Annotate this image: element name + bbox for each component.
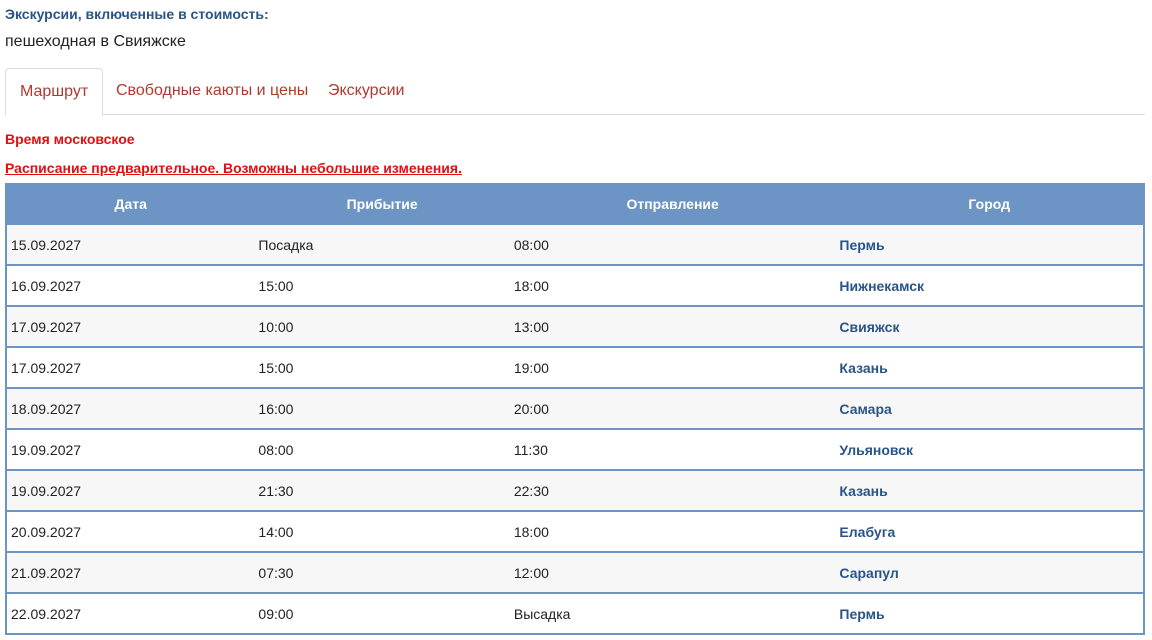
table-header-row: Дата Прибытие Отправление Город bbox=[6, 184, 1144, 224]
city-link[interactable]: Казань bbox=[839, 360, 887, 376]
table-row: 15.09.2027 Посадка 08:00 Пермь bbox=[6, 223, 1144, 265]
table-row: 16.09.2027 15:00 18:00 Нижнекамск bbox=[6, 264, 1144, 306]
city-link[interactable]: Казань bbox=[839, 483, 887, 499]
cell-date: 15.09.2027 bbox=[6, 223, 255, 265]
table-body: 15.09.2027 Посадка 08:00 Пермь 16.09.202… bbox=[6, 223, 1144, 634]
cell-city: Свияжск bbox=[835, 305, 1144, 347]
table-row: 17.09.2027 15:00 19:00 Казань bbox=[6, 346, 1144, 388]
column-header-arrival: Прибытие bbox=[254, 184, 510, 224]
table-row: 22.09.2027 09:00 Высадка Пермь bbox=[6, 592, 1144, 634]
cell-arrival: 10:00 bbox=[254, 305, 510, 347]
cell-departure: 19:00 bbox=[509, 346, 836, 388]
column-header-city: Город bbox=[835, 184, 1144, 224]
cell-date: 19.09.2027 bbox=[6, 469, 255, 511]
city-link[interactable]: Сарапул bbox=[839, 565, 898, 581]
city-link[interactable]: Самара bbox=[839, 401, 891, 417]
cell-arrival: 09:00 bbox=[254, 592, 510, 634]
cell-arrival: 21:30 bbox=[254, 469, 510, 511]
cell-date: 21.09.2027 bbox=[6, 551, 255, 593]
time-zone-note: Время московское bbox=[5, 131, 135, 147]
cell-departure: Высадка bbox=[509, 592, 836, 634]
cell-departure: 12:00 bbox=[509, 551, 836, 593]
cell-city: Сарапул bbox=[835, 551, 1144, 593]
cell-date: 16.09.2027 bbox=[6, 264, 255, 306]
city-link[interactable]: Пермь bbox=[839, 606, 884, 622]
cell-city: Пермь bbox=[835, 223, 1144, 265]
tab-route[interactable]: Маршрут bbox=[5, 68, 104, 116]
cell-departure: 11:30 bbox=[509, 428, 836, 470]
cell-arrival: 16:00 bbox=[254, 387, 510, 429]
cell-departure: 13:00 bbox=[509, 305, 836, 347]
city-link[interactable]: Нижнекамск bbox=[839, 278, 924, 294]
route-table: Дата Прибытие Отправление Город 15.09.20… bbox=[5, 183, 1145, 635]
table-row: 19.09.2027 21:30 22:30 Казань bbox=[6, 469, 1144, 511]
cell-date: 18.09.2027 bbox=[6, 387, 255, 429]
cell-city: Пермь bbox=[835, 592, 1144, 634]
included-excursions-value: пешеходная в Свияжске bbox=[5, 33, 186, 50]
table-row: 19.09.2027 08:00 11:30 Ульяновск bbox=[6, 428, 1144, 470]
city-link[interactable]: Пермь bbox=[839, 237, 884, 253]
table-row: 17.09.2027 10:00 13:00 Свияжск bbox=[6, 305, 1144, 347]
cell-city: Казань bbox=[835, 469, 1144, 511]
cell-arrival: 15:00 bbox=[254, 346, 510, 388]
cell-date: 17.09.2027 bbox=[6, 305, 255, 347]
cell-date: 19.09.2027 bbox=[6, 428, 255, 470]
cell-departure: 20:00 bbox=[509, 387, 836, 429]
tab-cabins-prices[interactable]: Свободные каюты и цены bbox=[116, 68, 308, 115]
cell-departure: 08:00 bbox=[509, 223, 836, 265]
cell-arrival: 15:00 bbox=[254, 264, 510, 306]
table-row: 21.09.2027 07:30 12:00 Сарапул bbox=[6, 551, 1144, 593]
cell-arrival: 07:30 bbox=[254, 551, 510, 593]
city-link[interactable]: Ульяновск bbox=[839, 442, 913, 458]
cell-city: Казань bbox=[835, 346, 1144, 388]
cell-departure: 18:00 bbox=[509, 510, 836, 552]
cell-city: Ульяновск bbox=[835, 428, 1144, 470]
cell-date: 22.09.2027 bbox=[6, 592, 255, 634]
cell-city: Самара bbox=[835, 387, 1144, 429]
schedule-note: Расписание предварительное. Возможны неб… bbox=[5, 160, 462, 176]
city-link[interactable]: Свияжск bbox=[839, 319, 899, 335]
cell-departure: 22:30 bbox=[509, 469, 836, 511]
cell-arrival: 14:00 bbox=[254, 510, 510, 552]
table-row: 20.09.2027 14:00 18:00 Елабуга bbox=[6, 510, 1144, 552]
cell-date: 17.09.2027 bbox=[6, 346, 255, 388]
column-header-departure: Отправление bbox=[509, 184, 836, 224]
table-row: 18.09.2027 16:00 20:00 Самара bbox=[6, 387, 1144, 429]
tab-bar: Маршрут Свободные каюты и цены Экскурсии bbox=[5, 68, 1145, 116]
column-header-date: Дата bbox=[6, 184, 255, 224]
cell-city: Нижнекамск bbox=[835, 264, 1144, 306]
cell-departure: 18:00 bbox=[509, 264, 836, 306]
cell-city: Елабуга bbox=[835, 510, 1144, 552]
tab-excursions[interactable]: Экскурсии bbox=[328, 68, 404, 115]
included-excursions-label: Экскурсии, включенные в стоимость: bbox=[5, 6, 269, 22]
cell-arrival: Посадка bbox=[254, 223, 510, 265]
cell-date: 20.09.2027 bbox=[6, 510, 255, 552]
city-link[interactable]: Елабуга bbox=[839, 524, 895, 540]
cell-arrival: 08:00 bbox=[254, 428, 510, 470]
